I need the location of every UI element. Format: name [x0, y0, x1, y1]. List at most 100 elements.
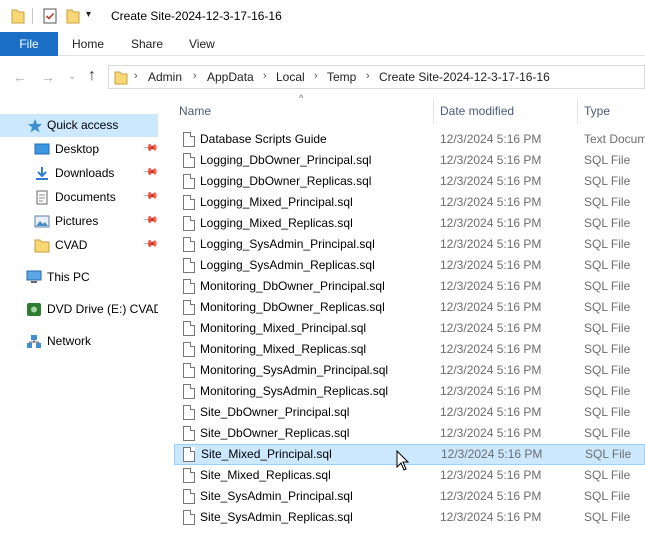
nav-label: CVAD — [55, 238, 88, 252]
tab-file[interactable]: File — [0, 32, 58, 56]
address-bar[interactable]: › Admin › AppData › Local › Temp › Creat… — [108, 65, 645, 89]
nav-label: Network — [47, 334, 92, 348]
folder-icon — [114, 71, 128, 85]
file-icon — [183, 300, 195, 315]
file-row[interactable]: Logging_Mixed_Replicas.sql 12/3/2024 5:16… — [174, 213, 645, 234]
pin-icon[interactable]: 📌 — [142, 188, 159, 205]
file-name: Monitoring_SysAdmin_Replicas.sql — [200, 384, 389, 398]
file-name: Site_DbOwner_Principal.sql — [200, 405, 350, 419]
tab-share[interactable]: Share — [131, 32, 163, 56]
new-folder-icon[interactable] — [66, 8, 80, 24]
file-date-modified: 12/3/2024 5:16 PM — [440, 510, 542, 524]
file-row[interactable]: Database Scripts Guide 12/3/2024 5:16 PM T… — [174, 129, 645, 150]
file-row[interactable]: Logging_SysAdmin_Principal.sql 12/3/2024 … — [174, 234, 645, 255]
recent-locations-icon[interactable]: ⌄ — [68, 71, 76, 82]
breadcrumb-current-folder[interactable]: Create Site-2024-12-3-17-16-16 — [379, 70, 550, 84]
network-icon — [27, 335, 41, 348]
breadcrumb-chevron-icon[interactable]: › — [366, 70, 370, 82]
nav-network[interactable]: Network — [0, 330, 158, 353]
file-type: SQL File — [584, 279, 631, 293]
nav-quick-access[interactable]: Quick access — [0, 114, 158, 137]
breadcrumb-appdata[interactable]: AppData — [207, 70, 254, 84]
nav-cvad[interactable]: CVAD 📌 — [0, 234, 159, 257]
pin-icon[interactable]: 📌 — [142, 164, 159, 181]
forward-arrow-icon[interactable]: → — [41, 69, 55, 85]
file-icon — [183, 363, 195, 378]
file-type: SQL File — [584, 153, 631, 167]
file-date-modified: 12/3/2024 5:16 PM — [440, 132, 542, 146]
file-name: Logging_SysAdmin_Replicas.sql — [200, 258, 375, 272]
file-date-modified: 12/3/2024 5:16 PM — [440, 258, 542, 272]
file-icon — [183, 510, 195, 525]
file-date-modified: 12/3/2024 5:16 PM — [440, 468, 542, 482]
file-date-modified: 12/3/2024 5:16 PM — [440, 279, 542, 293]
column-divider[interactable] — [433, 98, 434, 124]
pin-icon[interactable]: 📌 — [142, 212, 159, 229]
file-row[interactable]: Logging_SysAdmin_Replicas.sql 12/3/2024 5… — [174, 255, 645, 276]
file-row[interactable]: Site_SysAdmin_Replicas.sql 12/3/2024 5:16… — [174, 507, 645, 528]
nav-documents[interactable]: Documents 📌 — [0, 186, 159, 209]
file-row[interactable]: Monitoring_DbOwner_Replicas.sql 12/3/2024… — [174, 297, 645, 318]
nav-pictures[interactable]: Pictures 📌 — [0, 210, 159, 233]
file-icon — [183, 216, 195, 231]
tab-home[interactable]: Home — [72, 32, 104, 56]
breadcrumb-local[interactable]: Local — [276, 70, 305, 84]
breadcrumb-admin[interactable]: Admin — [148, 70, 182, 84]
folder-icon — [11, 9, 25, 24]
file-row[interactable]: Logging_Mixed_Principal.sql 12/3/2024 5:1… — [174, 192, 645, 213]
file-row[interactable]: Logging_DbOwner_Principal.sql 12/3/2024 5… — [174, 150, 645, 171]
pin-icon[interactable]: 📌 — [142, 140, 159, 157]
file-row[interactable]: Site_DbOwner_Replicas.sql 12/3/2024 5:16 … — [174, 423, 645, 444]
file-icon — [183, 489, 195, 504]
tab-view[interactable]: View — [189, 32, 215, 56]
file-type: SQL File — [584, 174, 631, 188]
file-row[interactable]: Monitoring_Mixed_Principal.sql 12/3/2024 … — [174, 318, 645, 339]
file-row[interactable]: Site_SysAdmin_Principal.sql 12/3/2024 5:1… — [174, 486, 645, 507]
file-type: SQL File — [584, 342, 631, 356]
file-icon — [183, 153, 195, 168]
file-icon — [183, 468, 195, 483]
file-icon — [183, 321, 195, 336]
file-name: Logging_Mixed_Principal.sql — [200, 195, 353, 209]
column-divider[interactable] — [577, 98, 578, 124]
file-icon — [183, 237, 195, 252]
breadcrumb-chevron-icon[interactable]: › — [134, 70, 138, 82]
customize-quick-access-icon[interactable]: ▾ — [86, 9, 91, 20]
file-row[interactable]: Logging_DbOwner_Replicas.sql 12/3/2024 5:… — [174, 171, 645, 192]
nav-downloads[interactable]: Downloads 📌 — [0, 162, 159, 185]
title-separator — [32, 8, 33, 24]
file-row[interactable]: Site_DbOwner_Principal.sql 12/3/2024 5:16… — [174, 402, 645, 423]
file-row[interactable]: Monitoring_SysAdmin_Replicas.sql 12/3/202… — [174, 381, 645, 402]
file-icon — [183, 132, 195, 147]
breadcrumb-chevron-icon[interactable]: › — [193, 70, 197, 82]
folder-icon — [34, 239, 50, 253]
up-arrow-icon[interactable]: ↑ — [88, 67, 96, 85]
window-title: Create Site-2024-12-3-17-16-16 — [111, 9, 282, 23]
file-name: Site_SysAdmin_Principal.sql — [200, 489, 353, 503]
nav-label: Desktop — [55, 142, 100, 156]
file-date-modified: 12/3/2024 5:16 PM — [440, 174, 542, 188]
file-date-modified: 12/3/2024 5:16 PM — [440, 300, 542, 314]
pin-icon[interactable]: 📌 — [142, 236, 159, 253]
column-header-type[interactable]: Type — [584, 104, 610, 126]
nav-label: Pictures — [55, 214, 99, 228]
breadcrumb-chevron-icon[interactable]: › — [263, 70, 267, 82]
file-date-modified: 12/3/2024 5:16 PM — [440, 153, 542, 167]
back-arrow-icon[interactable]: ← — [13, 69, 27, 85]
properties-icon[interactable] — [43, 8, 57, 24]
file-row[interactable]: Monitoring_DbOwner_Principal.sql 12/3/202… — [174, 276, 645, 297]
nav-this-pc[interactable]: This PC — [0, 266, 158, 289]
column-header-name[interactable]: Name — [179, 104, 211, 126]
nav-label: Quick access — [47, 118, 119, 132]
file-icon — [183, 279, 195, 294]
breadcrumb-chevron-icon[interactable]: › — [314, 70, 318, 82]
breadcrumb-temp[interactable]: Temp — [327, 70, 356, 84]
nav-desktop[interactable]: Desktop 📌 — [0, 138, 159, 161]
dvd-drive-icon — [27, 303, 41, 316]
file-type: SQL File — [585, 447, 632, 461]
column-header-date-modified[interactable]: Date modified — [440, 104, 514, 126]
nav-dvd-drive[interactable]: DVD Drive (E:) CVAD 2 — [0, 298, 158, 321]
file-row[interactable]: Monitoring_SysAdmin_Principal.sql 12/3/20… — [174, 360, 645, 381]
file-type: SQL File — [584, 384, 631, 398]
file-row[interactable]: Monitoring_Mixed_Replicas.sql 12/3/2024 5… — [174, 339, 645, 360]
